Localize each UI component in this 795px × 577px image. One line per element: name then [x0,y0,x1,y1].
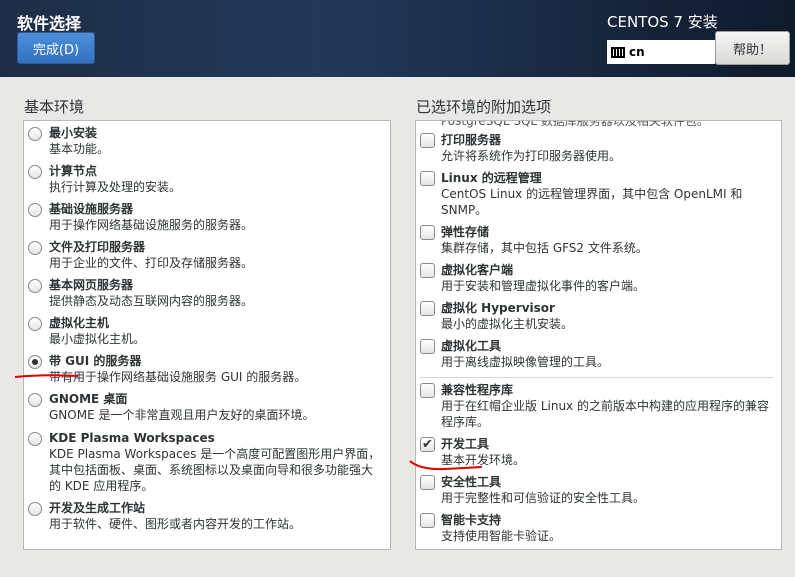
base-environment-option[interactable]: 计算节点执行计算及处理的安装。 [24,163,390,195]
option-name: 弹性存储 [441,225,490,239]
option-description: 最小虚拟化主机。 [49,332,146,346]
addon-option[interactable]: 虚拟化客户端用于安装和管理虚拟化事件的客户端。 [416,262,781,294]
radio-button[interactable] [28,127,42,141]
option-name: GNOME 桌面 [49,392,128,406]
radio-button[interactable] [28,393,42,407]
base-environment-option[interactable]: 带 GUI 的服务器带有用于操作网络基础设施服务 GUI 的服务器。 [24,353,390,385]
addon-option[interactable]: 智能卡支持支持使用智能卡验证。 [416,512,781,544]
base-environment-option[interactable]: GNOME 桌面 GNOME 是一个非常直观且用户友好的桌面环境。 [24,391,390,423]
addon-option[interactable]: 虚拟化 Hypervisor 最小的虚拟化主机安装。 [416,300,781,332]
checkbox[interactable] [420,133,435,148]
checkbox[interactable] [420,513,435,528]
base-environment-option[interactable]: 虚拟化主机最小虚拟化主机。 [24,315,390,347]
addon-option[interactable]: 打印服务器允许将系统作为打印服务器使用。 [416,132,781,164]
option-name: Linux 的远程管理 [441,171,542,185]
option-name: 开发工具 [441,437,490,451]
option-description: GNOME 是一个非常直观且用户友好的桌面环境。 [49,408,315,422]
base-environment-option[interactable]: 基本网页服务器提供静态及动态互联网内容的服务器。 [24,277,390,309]
radio-button[interactable] [28,165,42,179]
radio-button[interactable] [28,279,42,293]
option-description: 用于软件、硬件、图形或者内容开发的工作站。 [49,517,302,531]
option-name: 基础设施服务器 [49,202,134,216]
option-description: 用于在红帽企业版 Linux 的之前版本中构建的应用程序的兼容程序库。 [441,399,769,429]
checkbox[interactable] [420,301,435,316]
checkbox[interactable] [420,225,435,240]
checkbox[interactable] [420,171,435,186]
option-name: 虚拟化 Hypervisor [441,301,555,315]
option-name: 文件及打印服务器 [49,240,146,254]
radio-button[interactable] [28,203,42,217]
option-description: 用于完整性和可信验证的安全性工具。 [441,491,646,505]
option-description: 用于离线虚拟映像管理的工具。 [441,355,610,369]
separator [420,377,773,378]
radio-button[interactable] [28,355,42,369]
option-name: KDE Plasma Workspaces [49,431,215,445]
addons-heading: 已选环境的附加选项 [416,98,552,116]
option-description: 用于操作网络基础设施服务的服务器。 [49,218,254,232]
option-name: 开发及生成工作站 [49,501,146,515]
option-name: 智能卡支持 [441,513,502,527]
option-name: 兼容性程序库 [441,383,514,397]
option-name: 带 GUI 的服务器 [49,354,142,368]
done-button[interactable]: 完成(D) [17,32,95,64]
addon-option[interactable]: 虚拟化工具用于离线虚拟映像管理的工具。 [416,338,781,370]
keyboard-layout-label: cn [629,45,645,59]
option-name: 虚拟化工具 [441,339,502,353]
radio-button[interactable] [28,432,42,446]
option-description: 集群存储，其中包括 GFS2 文件系统。 [441,241,648,255]
option-name: 基本网页服务器 [49,278,134,292]
addon-option[interactable]: 安全性工具用于完整性和可信验证的安全性工具。 [416,474,781,506]
addon-option[interactable]: 兼容性程序库用于在红帽企业版 Linux 的之前版本中构建的应用程序的兼容程序库… [416,382,781,430]
option-description: 基本功能。 [49,142,110,156]
option-description: 最小的虚拟化主机安装。 [441,317,574,331]
checkbox[interactable] [420,263,435,278]
option-description: KDE Plasma Workspaces 是一个高度可配置图形用户界面，其中包… [49,447,381,493]
option-description: 执行计算及处理的安装。 [49,180,182,194]
keyboard-icon [611,46,625,58]
addon-cut-description: PostgreSQL SQL 数据库服务器以及相关软件包。 [441,120,709,128]
checkbox[interactable] [420,383,435,398]
option-name: 虚拟化客户端 [441,263,514,277]
option-name: 计算节点 [49,164,98,178]
option-description: 用于安装和管理虚拟化事件的客户端。 [441,279,646,293]
option-name: 安全性工具 [441,475,502,489]
addon-option[interactable]: ✔ 开发工具基本开发环境。 [416,436,781,468]
page-title: 软件选择 [17,14,82,33]
base-environment-heading: 基本环境 [24,98,85,116]
base-environment-list[interactable]: 最小安装基本功能。计算节点执行计算及处理的安装。 基础设施服务器用于操作网络基础设… [23,120,391,550]
option-description: 提供静态及动态互联网内容的服务器。 [49,294,254,308]
option-description: 支持使用智能卡验证。 [441,529,562,543]
option-description: CentOS Linux 的远程管理界面，其中包含 OpenLMI 和 SNMP… [441,187,743,217]
radio-button[interactable] [28,502,42,516]
base-environment-option[interactable]: 基础设施服务器用于操作网络基础设施服务的服务器。 [24,201,390,233]
option-name: 打印服务器 [441,133,502,147]
header: 软件选择 完成(D) CENTOS 7 安装 cn 帮助！ [0,0,795,77]
option-description: 带有用于操作网络基础设施服务 GUI 的服务器。 [49,370,307,384]
keyboard-layout-indicator[interactable]: cn [607,40,715,64]
checkbox[interactable] [420,475,435,490]
option-name: 虚拟化主机 [49,316,110,330]
addon-option[interactable]: Linux 的远程管理 CentOS Linux 的远程管理界面，其中包含 Ope… [416,170,781,218]
option-description: 基本开发环境。 [441,453,526,467]
addon-option[interactable]: 弹性存储集群存储，其中包括 GFS2 文件系统。 [416,224,781,256]
addons-list[interactable]: PostgreSQL SQL 数据库服务器以及相关软件包。 打印服务器允许将系统… [415,120,782,550]
checkbox-checked[interactable]: ✔ [420,437,435,452]
base-environment-option[interactable]: KDE Plasma Workspaces KDE Plasma Workspac… [24,430,390,494]
option-name: 最小安装 [49,126,98,140]
base-environment-option[interactable]: 最小安装 基本功能。 [24,125,390,157]
checkbox[interactable] [420,339,435,354]
help-button[interactable]: 帮助！ [715,31,790,65]
radio-button[interactable] [28,317,42,331]
base-environment-option[interactable]: 开发及生成工作站用于软件、硬件、图形或者内容开发的工作站。 [24,500,390,532]
radio-button[interactable] [28,241,42,255]
base-environment-option[interactable]: 文件及打印服务器用于企业的文件、打印及存储服务器。 [24,239,390,271]
option-description: 用于企业的文件、打印及存储服务器。 [49,256,254,270]
option-description: 允许将系统作为打印服务器使用。 [441,149,622,163]
product-title: CENTOS 7 安装 [607,13,718,31]
